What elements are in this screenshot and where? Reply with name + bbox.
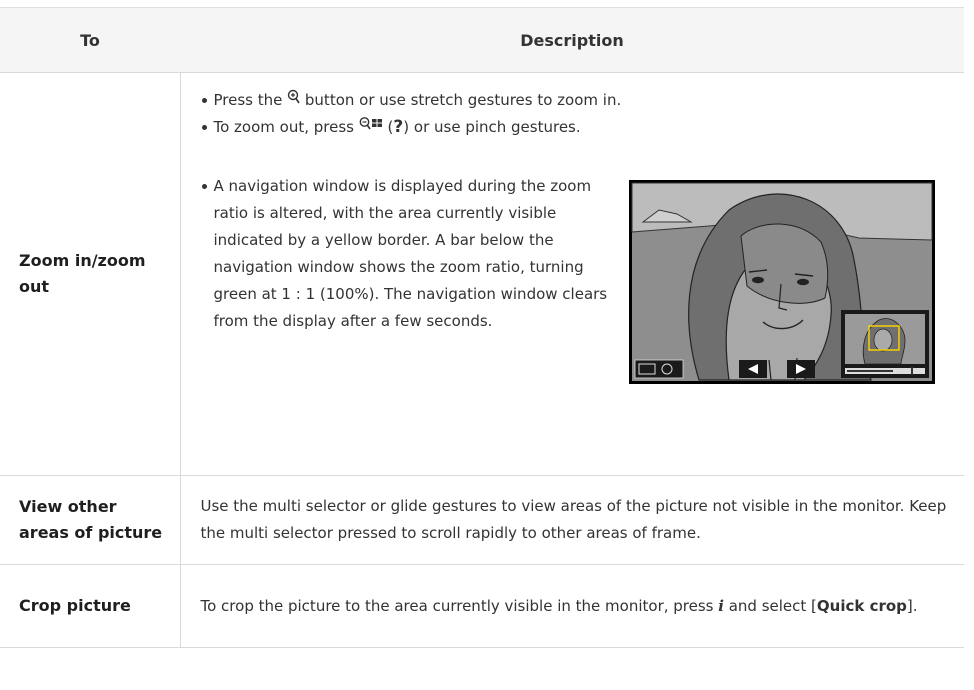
column-header-description: Description (180, 7, 964, 73)
row-label-crop: Crop picture (0, 564, 181, 648)
row-description-zoom: Press the button or use stretch gestures… (180, 72, 964, 476)
list-item: A navigation window is displayed during … (201, 173, 614, 335)
row-label-view-other-areas: View other areas of picture (0, 475, 181, 565)
table-header-row: To Description (0, 7, 964, 73)
table-row: Zoom in/zoom out Press the button or use… (0, 72, 964, 476)
column-header-to: To (0, 7, 180, 73)
row-label-zoom: Zoom in/zoom out (0, 72, 181, 476)
row-description-crop: To crop the picture to the area currentl… (180, 564, 964, 648)
navigation-window (840, 310, 929, 378)
row-description-view-other-areas: Use the multi selector or glide gestures… (180, 475, 964, 565)
zoom-out-thumbnail-icon (359, 114, 383, 141)
monitor-illustration (628, 180, 935, 384)
zoom-in-icon (287, 87, 300, 114)
list-item: Press the button or use stretch gestures… (201, 87, 621, 115)
zoom-playback-table: To Description Zoom in/zoom out Press th… (0, 7, 964, 648)
quick-crop-menu-item: Quick crop (816, 596, 907, 615)
table-row: Crop picture To crop the picture to the … (0, 564, 964, 648)
list-item: To zoom out, press (?) or use pinch gest… (201, 114, 581, 142)
table-row: View other areas of picture Use the mult… (0, 475, 964, 565)
